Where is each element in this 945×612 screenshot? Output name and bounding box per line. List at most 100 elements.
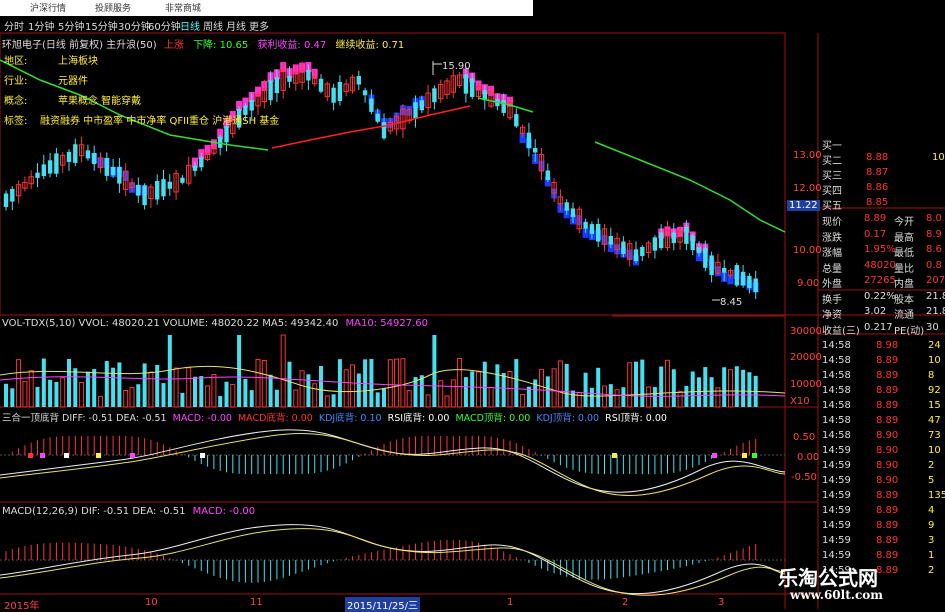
price-tick-13: 13.00 <box>793 150 822 161</box>
bid-level-price: 8.86 <box>866 182 889 193</box>
volume-bar <box>249 390 254 407</box>
volume-bar <box>343 369 349 408</box>
tick-price: 8.90 <box>876 475 899 486</box>
volume-bar <box>274 389 279 407</box>
candle-body <box>155 181 160 200</box>
tick-volume: 4 <box>928 505 935 516</box>
volume-bar <box>306 374 311 407</box>
stat-label: 涨跌 <box>822 232 842 244</box>
vol-tick-x10: X10 <box>790 396 810 407</box>
candle-body <box>362 90 368 96</box>
volume-bar <box>148 371 154 408</box>
stat-label: 内盘 <box>894 279 914 290</box>
vol-tick-10000: 10000 <box>790 379 822 390</box>
stat-value: 8.9 <box>926 228 942 240</box>
volume-bar <box>319 366 323 407</box>
volume-bar <box>293 389 299 408</box>
volume-bar <box>129 387 135 408</box>
tick-price: 8.89 <box>876 415 899 426</box>
macd-combo-tag-1: MACD底背: 0.00 <box>237 413 313 424</box>
tick-time: 14:58 <box>822 400 851 411</box>
tick-price: 8.98 <box>876 340 899 351</box>
volume-bar <box>507 370 513 408</box>
tick-price: 8.89 <box>876 490 899 501</box>
volume-bar <box>432 335 437 407</box>
signal-dot <box>200 453 205 458</box>
volume-bar <box>533 379 538 407</box>
tick-time: 14:58 <box>822 415 851 426</box>
tick-volume: 15 <box>928 400 941 411</box>
tick-price: 8.90 <box>876 430 899 441</box>
candle-body <box>85 150 91 159</box>
bid-level-volume: 10 <box>932 152 945 163</box>
stat-value: 207 <box>926 275 945 286</box>
volume-bar <box>161 383 166 407</box>
candle-body <box>331 87 336 103</box>
chart-header: 环旭电子(日线 前复权) 主升浪(50) 上涨 下降: 10.65 获利收益: … <box>2 36 404 51</box>
macd-combo-tag-6: RSI顶背: 0.00 <box>605 413 667 424</box>
vol-tick-30000: 30000 <box>790 326 822 337</box>
vol-header: VOL-TDX(5,10) VVOL: 48020.21 VOLUME: 480… <box>2 318 428 329</box>
bid-level-price: 8.85 <box>866 197 889 208</box>
stat-label: 现价 <box>822 217 842 228</box>
volume-bar <box>199 376 204 407</box>
volume-bar <box>331 394 336 407</box>
candle-body <box>740 271 746 286</box>
watermark-url: www.60lt.com <box>790 588 883 602</box>
candle-body <box>41 164 46 177</box>
price-tick-current: 11.22 <box>787 200 820 211</box>
time-label-3: 3 <box>718 597 725 608</box>
macd-header-macd: MACD: -0.00 <box>192 506 256 517</box>
stat-label: 涨幅 <box>822 248 842 259</box>
bid-level-label: 买五 <box>822 201 842 212</box>
tick-time: 14:59 <box>822 520 851 531</box>
region-label: 地区: <box>4 56 28 67</box>
volume-bar <box>470 371 475 407</box>
volume-bar <box>67 358 71 407</box>
candle-body <box>249 99 254 111</box>
stat-value: 21.8 <box>926 306 945 317</box>
stat-label: 量比 <box>894 263 914 275</box>
stat-label: 最低 <box>894 248 914 259</box>
tick-time: 14:58 <box>822 340 851 351</box>
macd2-dif-line <box>0 524 786 595</box>
candle-body <box>413 102 418 119</box>
tag-label: 标签: <box>4 116 28 127</box>
tick-price: 8.89 <box>876 505 899 516</box>
volume-bar <box>180 392 185 407</box>
volume-bar <box>167 335 172 407</box>
tick-time: 14:59 <box>822 460 851 471</box>
tick-volume: 10 <box>928 355 941 366</box>
volume-bar <box>268 374 273 407</box>
time-label-1: 1 <box>507 597 514 608</box>
stat-label: 流通 <box>894 310 914 321</box>
candle-body <box>596 223 601 242</box>
low-marker: 8.45 <box>720 297 743 308</box>
volume-bar <box>571 390 575 407</box>
stat-label: 收益(三) <box>822 325 860 337</box>
time-label-2: 2 <box>622 597 629 608</box>
candle-body <box>652 237 658 251</box>
concept-value: 苹果概念 智能穿戴 <box>58 96 142 107</box>
tick-time: 14:59 <box>822 445 851 456</box>
signal-dot <box>96 453 101 458</box>
stat-label: 外盘 <box>822 279 842 290</box>
candle-body <box>501 100 506 113</box>
stat-value: 3.02 <box>864 306 887 317</box>
tick-volume: 9 <box>928 520 935 531</box>
tick-volume: 1 <box>928 550 935 561</box>
tick-volume: 73 <box>928 430 941 441</box>
candle-body <box>545 170 550 180</box>
bid-level-label: 买一 <box>822 141 842 152</box>
volume-bar <box>136 384 141 407</box>
volume-bar <box>261 360 267 408</box>
kline-chart-canvas[interactable] <box>0 0 945 609</box>
volume-bar <box>4 383 8 407</box>
signal-dot <box>130 453 135 458</box>
volume-bar <box>406 390 412 408</box>
volume-bar <box>35 386 40 407</box>
macd-combo-text: 三合一顶底背 DIFF: -0.51 DEA: -0.51 <box>2 413 167 424</box>
candle-body <box>432 88 437 103</box>
tick-volume: 24 <box>928 340 941 351</box>
stat-value: 0.22% <box>864 290 896 302</box>
